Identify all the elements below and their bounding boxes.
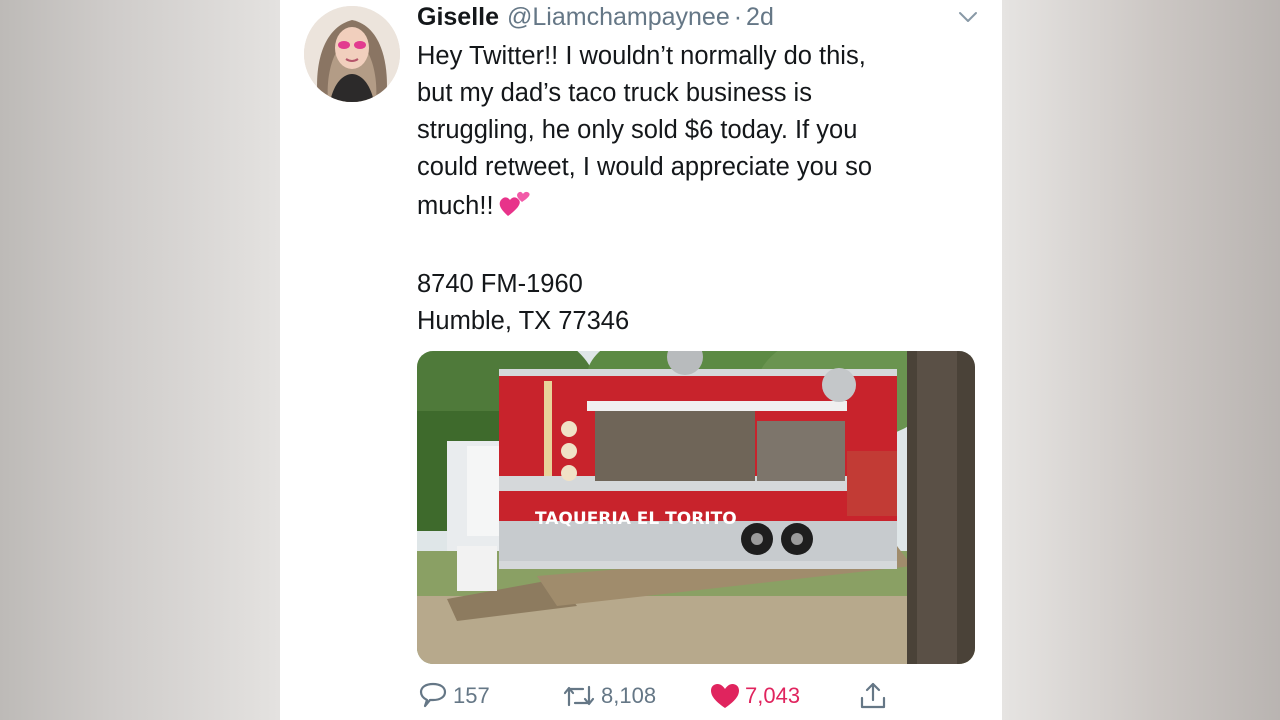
- address-line-2: Humble, TX 77346: [417, 307, 630, 335]
- tweet-text-line: but my dad’s taco truck business is: [417, 79, 812, 107]
- retweet-icon: [563, 685, 595, 707]
- share-button[interactable]: [857, 676, 893, 716]
- like-count: 7,043: [745, 683, 801, 708]
- avatar-photo: [304, 6, 400, 102]
- tweet-text-line: much!!: [417, 186, 977, 229]
- reply-count: 157: [453, 683, 490, 708]
- tweet-text: Hey Twitter!! I wouldn’t normally do thi…: [417, 38, 977, 340]
- tweet-text-line: struggling, he only sold $6 today. If yo…: [417, 116, 858, 144]
- tweet-text-end: much!!: [417, 192, 494, 220]
- background-left: [0, 0, 280, 720]
- separator-dot: ·: [733, 3, 743, 31]
- avatar[interactable]: [304, 6, 400, 102]
- background-right: [1002, 0, 1280, 720]
- tweet-image[interactable]: TAQUERIA EL TORITO: [417, 351, 975, 664]
- tweet-card: Giselle @Liamchampaynee · 2d Hey Twitter…: [280, 0, 1002, 720]
- author-handle[interactable]: @Liamchampaynee: [507, 2, 730, 32]
- tweet-text-line: Hey Twitter!! I wouldn’t normally do thi…: [417, 42, 866, 70]
- author-name[interactable]: Giselle: [417, 2, 499, 32]
- retweet-button[interactable]: 8,108: [561, 676, 656, 716]
- address-line-1: 8740 FM-1960: [417, 270, 583, 298]
- tweet-actions: 157 8,108 7,043: [417, 676, 977, 716]
- reply-icon: [419, 682, 447, 708]
- chevron-down-icon[interactable]: [956, 8, 980, 26]
- truck-sign: TAQUERIA EL TORITO: [535, 509, 737, 529]
- tweet-timestamp[interactable]: 2d: [746, 2, 774, 32]
- share-icon: [860, 682, 886, 709]
- tweet-text-line: could retweet, I would appreciate you so: [417, 153, 873, 181]
- retweet-count: 8,108: [601, 683, 657, 708]
- reply-button[interactable]: 157: [417, 676, 490, 716]
- like-button[interactable]: 7,043: [709, 676, 800, 716]
- heart-icon: [711, 684, 739, 708]
- two-hearts-icon: [498, 186, 534, 229]
- tweet-header: Giselle @Liamchampaynee · 2d: [417, 2, 774, 32]
- taco-truck-photo: TAQUERIA EL TORITO: [417, 351, 975, 664]
